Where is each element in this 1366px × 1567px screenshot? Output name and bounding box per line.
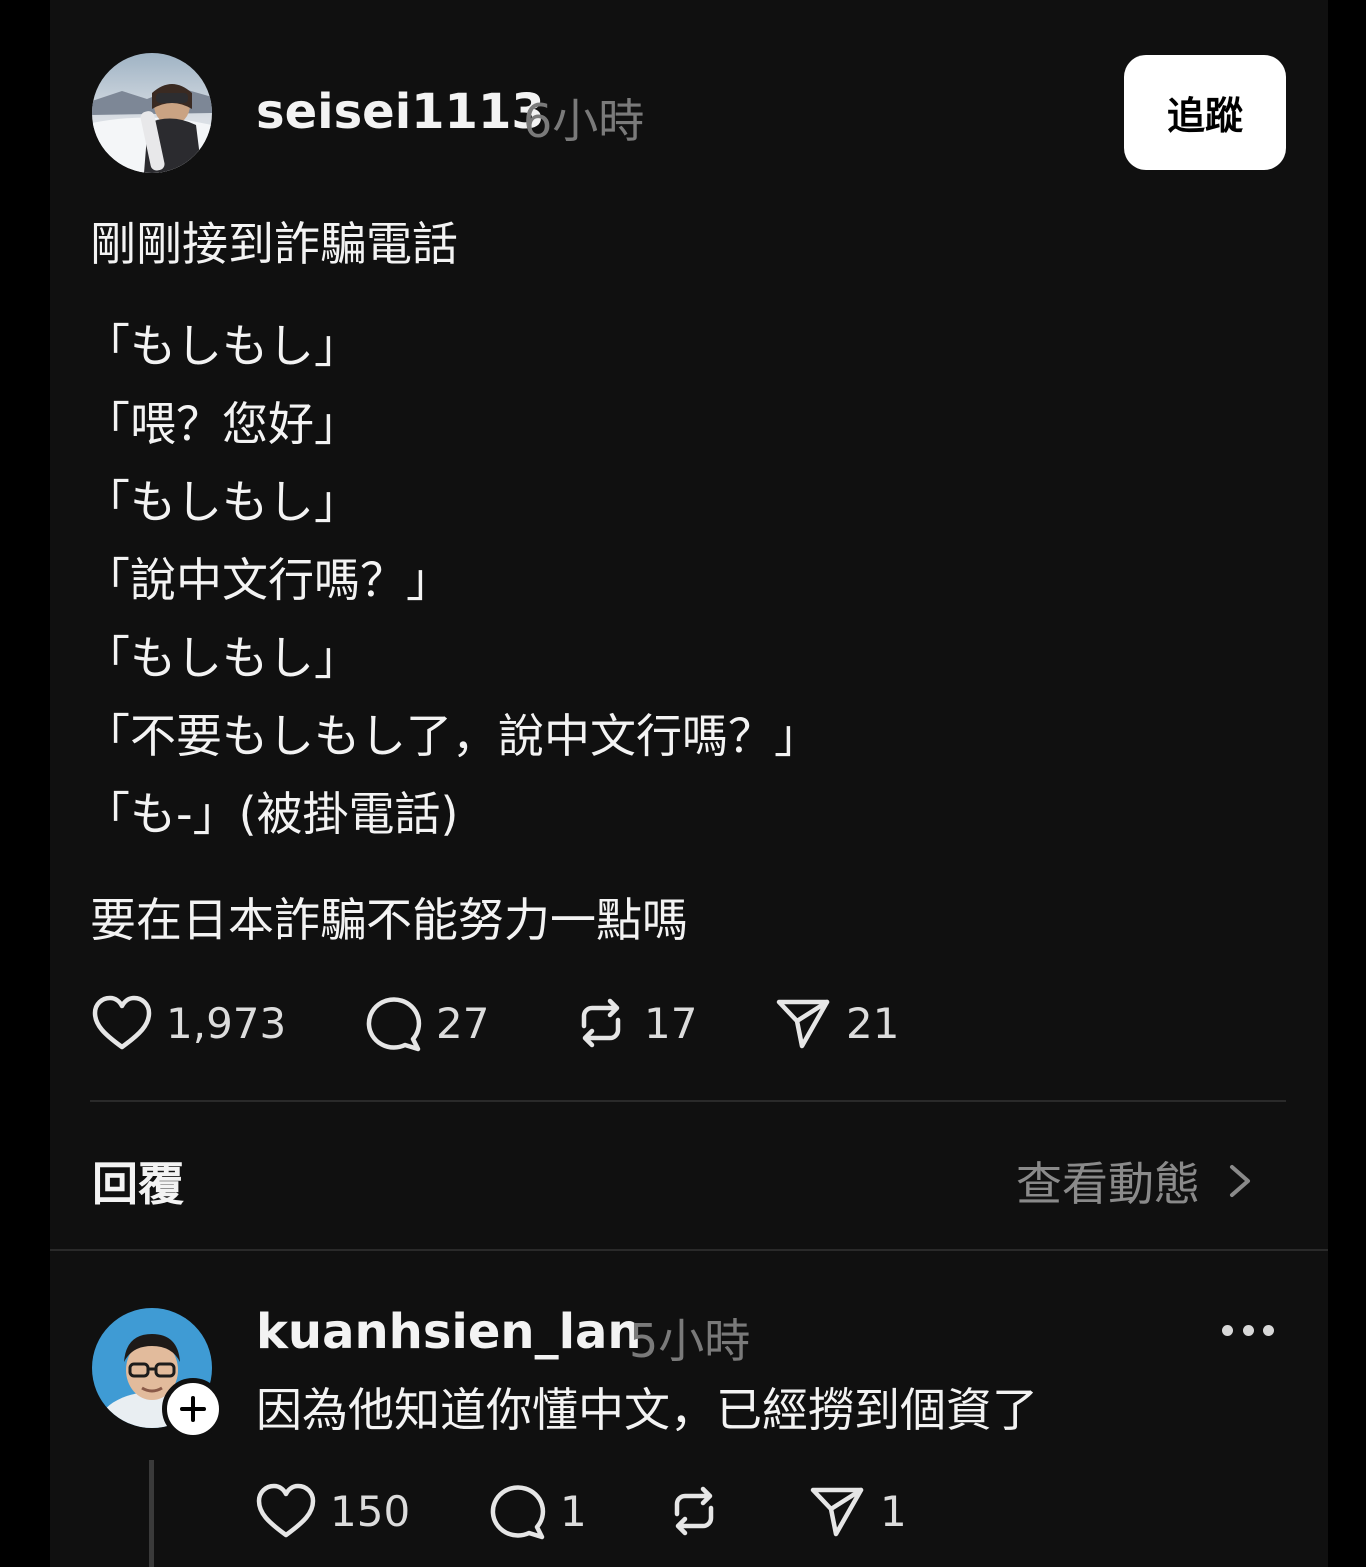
post-text-line: 「もしもし」: [84, 319, 360, 373]
repost-icon: [581, 998, 621, 1048]
send-icon: [810, 1487, 864, 1537]
post-time: 6小時: [523, 94, 645, 148]
repost-icon: [674, 1486, 714, 1536]
more-icon-dot: [1222, 1324, 1233, 1336]
like-count: 1,973: [166, 998, 287, 1048]
section-divider: [50, 1249, 1328, 1251]
reply-text: 因為他知道你懂中文，已經撈到個資了: [256, 1383, 1038, 1437]
view-activity-link[interactable]: 查看動態: [1016, 1148, 1260, 1214]
reply-comment-count: 1: [560, 1486, 587, 1536]
comment-icon: [366, 997, 422, 1052]
post-text-line: 「も-」(被掛電話): [84, 787, 459, 841]
heart-icon: [92, 995, 152, 1050]
share-count: 21: [846, 998, 900, 1048]
thread-line: [149, 1460, 154, 1567]
follow-button[interactable]: 追蹤: [1124, 55, 1286, 170]
more-icon-dot: [1263, 1324, 1274, 1336]
post-text-line: 「もしもし」: [84, 631, 360, 685]
repost-button[interactable]: 17: [572, 994, 697, 1052]
post-text-line: 「說中文行嗎？」: [84, 553, 452, 607]
send-icon: [776, 999, 830, 1049]
more-icon-dot: [1242, 1324, 1254, 1336]
replies-title: 回覆: [92, 1157, 184, 1211]
reply-username[interactable]: kuanhsien_lan: [256, 1304, 642, 1360]
thread-panel: seisei1113 6小時 追蹤 剛剛接到詐騙電話 「もしもし」 「喂？您好」…: [50, 0, 1328, 1567]
post-username[interactable]: seisei1113: [256, 84, 545, 140]
reply-like-count: 150: [330, 1486, 411, 1536]
reply-time: 5小時: [629, 1314, 751, 1368]
like-button[interactable]: 1,973: [92, 994, 286, 1052]
share-button[interactable]: 21: [774, 994, 899, 1052]
post-text-line: 剛剛接到詐騙電話: [90, 217, 458, 271]
chevron-right-icon: [1230, 1165, 1250, 1197]
more-options-button[interactable]: [1222, 1308, 1274, 1352]
divider: [90, 1100, 1286, 1102]
post-text-line: 要在日本詐騙不能努力一點嗎: [90, 893, 688, 947]
reply-share-button[interactable]: 1: [808, 1482, 907, 1540]
reply-comment-button[interactable]: 1: [488, 1482, 587, 1540]
reply-like-button[interactable]: 150: [256, 1482, 410, 1540]
post-text-line: 「もしもし」: [84, 475, 360, 529]
post-text-line: 「不要もしもし了，說中文行嗎？」: [84, 709, 820, 763]
comment-button[interactable]: 27: [364, 994, 489, 1052]
view-activity-label: 查看動態: [1016, 1157, 1200, 1211]
comment-count: 27: [436, 998, 490, 1048]
avatar-photo: [92, 53, 212, 173]
post-author-avatar[interactable]: [92, 53, 212, 173]
heart-icon: [256, 1483, 316, 1538]
reply-repost-button[interactable]: [665, 1482, 723, 1540]
plus-icon: [180, 1396, 206, 1422]
repost-count: 17: [644, 998, 698, 1048]
reply-share-count: 1: [880, 1486, 907, 1536]
follow-plus-button[interactable]: [162, 1378, 224, 1440]
comment-icon: [490, 1485, 546, 1540]
post-text-line: 「喂？您好」: [84, 397, 360, 451]
